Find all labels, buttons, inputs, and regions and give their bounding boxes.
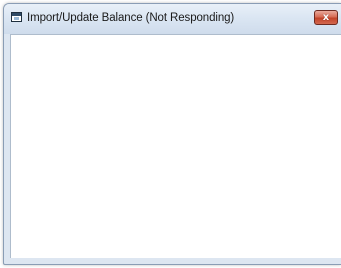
window-title: Import/Update Balance (Not Responding) (27, 12, 235, 24)
desktop: Import/Update Balance (Not Responding) x (0, 0, 341, 268)
close-button[interactable]: x (314, 10, 338, 25)
app-window-icon[interactable] (11, 12, 22, 22)
application-window: Import/Update Balance (Not Responding) x (3, 3, 341, 265)
close-icon: x (322, 11, 330, 23)
window-client-area (10, 34, 341, 258)
window-titlebar[interactable]: Import/Update Balance (Not Responding) x (4, 4, 341, 34)
